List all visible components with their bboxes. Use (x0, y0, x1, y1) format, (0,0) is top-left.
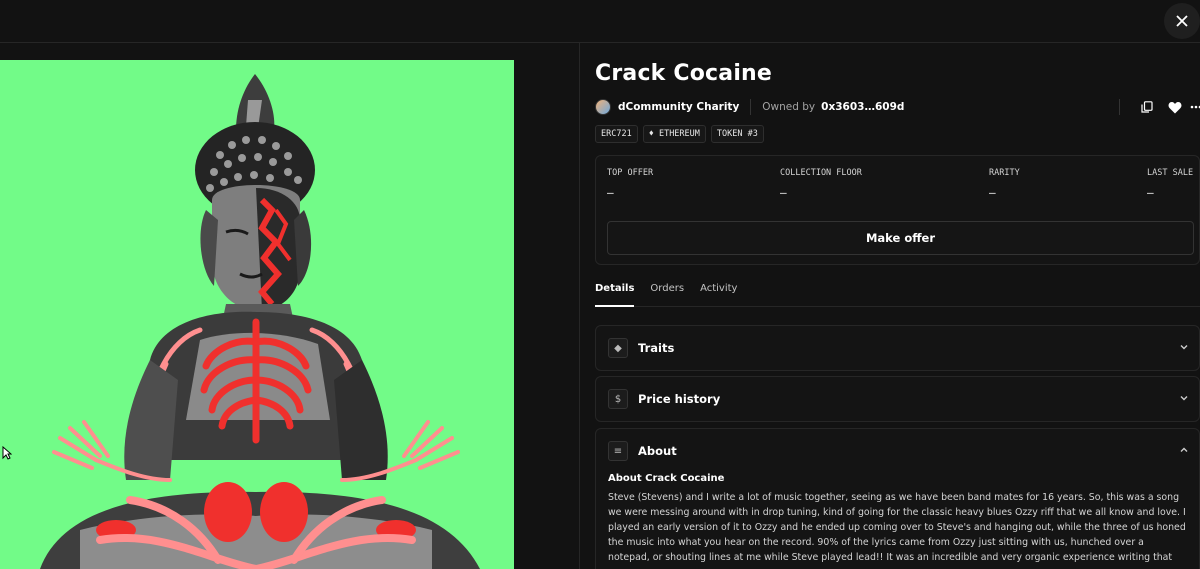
favorite-button[interactable] (1164, 96, 1186, 118)
tab-activity[interactable]: Activity (700, 283, 737, 307)
cursor-icon (2, 446, 12, 460)
price-history-header[interactable]: $ Price history (596, 377, 1199, 421)
dollar-icon: $ (608, 389, 628, 409)
divider (1119, 99, 1120, 115)
about-label: About (638, 444, 677, 458)
stat-label: TOP OFFER (607, 168, 654, 178)
traits-header[interactable]: ◆ Traits (596, 326, 1199, 370)
stat-last-sale: LAST SALE – (1147, 168, 1193, 199)
heart-icon (1168, 101, 1182, 113)
about-header[interactable]: ≡ About (596, 429, 1199, 473)
stat-value: – (780, 186, 787, 199)
close-icon (1176, 15, 1188, 27)
stat-label: LAST SALE (1147, 168, 1194, 178)
stat-value: – (607, 186, 614, 199)
traits-section[interactable]: ◆ Traits (595, 325, 1200, 371)
stat-top-offer: TOP OFFER – (607, 168, 653, 199)
detail-tabs: Details Orders Activity (595, 283, 1200, 307)
diamond-icon: ◆ (608, 338, 628, 358)
chevron-up-icon[interactable] (1179, 445, 1189, 455)
artwork-pane (0, 43, 580, 569)
tag-standard: ERC721 (595, 125, 638, 143)
make-offer-button[interactable]: Make offer (607, 221, 1194, 255)
tab-orders[interactable]: Orders (650, 283, 684, 307)
about-description: Steve (Stevens) and I write a lot of mus… (608, 492, 1186, 569)
chevron-down-icon[interactable] (1179, 342, 1189, 352)
traits-label: Traits (638, 341, 675, 355)
collection-avatar[interactable] (595, 99, 611, 115)
more-options-button[interactable] (1190, 96, 1200, 118)
item-meta-row: dCommunity Charity Owned by 0x3603…609d (595, 98, 1200, 116)
item-title: Crack Cocaine (595, 61, 773, 86)
stat-value: – (1147, 186, 1154, 199)
item-actions (1119, 96, 1200, 118)
price-history-label: Price history (638, 392, 721, 406)
copy-button[interactable] (1136, 96, 1158, 118)
stat-collection-floor: COLLECTION FLOOR – (780, 168, 862, 199)
close-button[interactable] (1164, 3, 1200, 39)
top-bar (0, 0, 1200, 43)
owned-by-label: Owned by (762, 101, 816, 113)
chevron-down-icon[interactable] (1179, 393, 1189, 403)
price-stats-card: TOP OFFER – COLLECTION FLOOR – RARITY – … (595, 155, 1200, 265)
stat-value: – (989, 186, 996, 199)
stat-label: RARITY (989, 168, 1020, 178)
more-icon (1190, 105, 1200, 109)
tag-token-id: TOKEN #3 (710, 125, 764, 143)
tab-details[interactable]: Details (595, 283, 635, 307)
collection-name-link[interactable]: dCommunity Charity (618, 101, 739, 113)
copy-icon (1141, 101, 1153, 113)
description-icon: ≡ (608, 441, 628, 461)
about-heading: About Crack Cocaine (608, 473, 725, 484)
tag-chain: ♦ ETHEREUM (642, 125, 706, 143)
stat-rarity: RARITY – (989, 168, 1020, 199)
stat-label: COLLECTION FLOOR (780, 168, 862, 178)
token-tags: ERC721 ♦ ETHEREUM TOKEN #3 (595, 125, 769, 143)
nft-artwork[interactable] (0, 60, 514, 569)
item-detail-panel: Crack Cocaine dCommunity Charity Owned b… (595, 43, 1200, 569)
about-section: ≡ About About Crack Cocaine Steve (Steve… (595, 428, 1200, 569)
divider (750, 99, 752, 115)
owner-address-link[interactable]: 0x3603…609d (821, 101, 904, 113)
price-history-section[interactable]: $ Price history (595, 376, 1200, 422)
